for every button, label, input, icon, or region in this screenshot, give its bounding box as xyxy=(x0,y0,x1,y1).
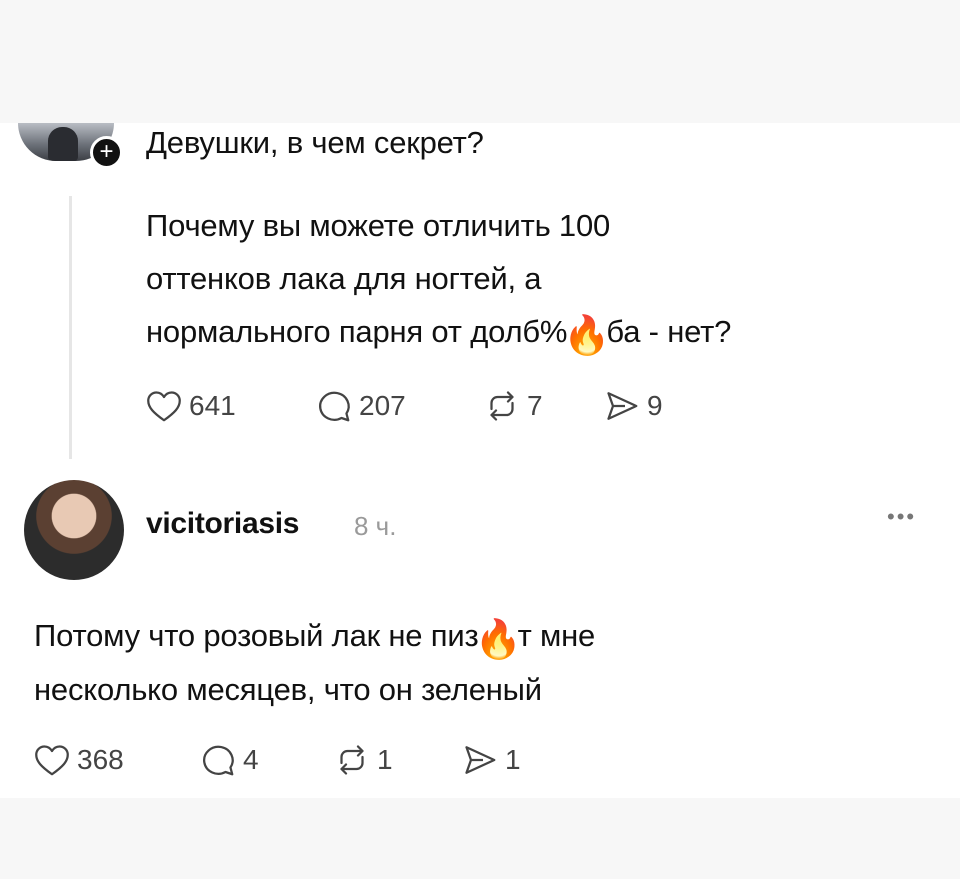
repost-count: 7 xyxy=(527,390,543,421)
reply-line: несколько месяцев, что он зеленый xyxy=(34,672,542,707)
more-icon[interactable]: ••• xyxy=(887,504,916,530)
comment-icon xyxy=(203,745,234,776)
repost-button[interactable]: 1 xyxy=(334,743,462,777)
share-button[interactable]: 1 xyxy=(462,743,521,777)
reply-time: 8 ч. xyxy=(354,511,397,541)
share-button[interactable]: 9 xyxy=(604,389,663,423)
comment-icon xyxy=(319,391,350,422)
thread-card: + Девушки, в чем секрет? Почему вы может… xyxy=(0,123,960,798)
reply-body: Потому что розовый лак не пиз🔥т мне неск… xyxy=(34,609,934,717)
like-button[interactable]: 641 xyxy=(146,389,316,423)
heart-icon xyxy=(35,745,69,776)
share-count: 1 xyxy=(505,744,521,775)
reply-username[interactable]: vicitoriasis xyxy=(146,507,299,541)
plus-icon[interactable]: + xyxy=(90,136,123,169)
fire-emoji: 🔥 xyxy=(474,619,522,661)
comment-count: 207 xyxy=(359,390,406,421)
reply-text: Потому что розовый лак не пиз xyxy=(34,618,479,653)
post-body: Почему вы можете отличить 100 оттенков л… xyxy=(146,199,926,358)
thread-line xyxy=(69,196,72,459)
avatar-figure xyxy=(48,127,78,161)
like-button[interactable]: 368 xyxy=(34,743,200,777)
fire-emoji: 🔥 xyxy=(563,315,611,357)
reply-text: т мне xyxy=(517,618,596,653)
post-line: нормального парня от долб%🔥ба - нет? xyxy=(146,305,926,358)
comment-button[interactable]: 207 xyxy=(316,389,484,423)
share-icon xyxy=(465,746,496,774)
post-line: Почему вы можете отличить 100 xyxy=(146,208,611,243)
reply-line: Потому что розовый лак не пиз🔥т мне xyxy=(34,609,934,663)
reply-actions: 368 4 1 1 xyxy=(34,743,521,777)
share-icon xyxy=(607,392,638,420)
repost-icon xyxy=(490,391,514,421)
post-actions: 641 207 7 9 xyxy=(146,389,663,423)
like-count: 368 xyxy=(77,744,124,775)
post-text: нормального парня от долб% xyxy=(146,314,568,349)
post-line: оттенков лака для ногтей, а xyxy=(146,261,542,296)
repost-icon xyxy=(340,745,364,775)
reply-avatar[interactable] xyxy=(24,480,124,580)
repost-count: 1 xyxy=(377,744,393,775)
repost-button[interactable]: 7 xyxy=(484,389,604,423)
like-count: 641 xyxy=(189,390,236,421)
post-text: ба - нет? xyxy=(606,314,732,349)
heart-icon xyxy=(147,391,181,422)
share-count: 9 xyxy=(647,390,663,421)
comment-count: 4 xyxy=(243,744,259,775)
comment-button[interactable]: 4 xyxy=(200,743,334,777)
post-title: Девушки, в чем секрет? xyxy=(146,125,484,160)
